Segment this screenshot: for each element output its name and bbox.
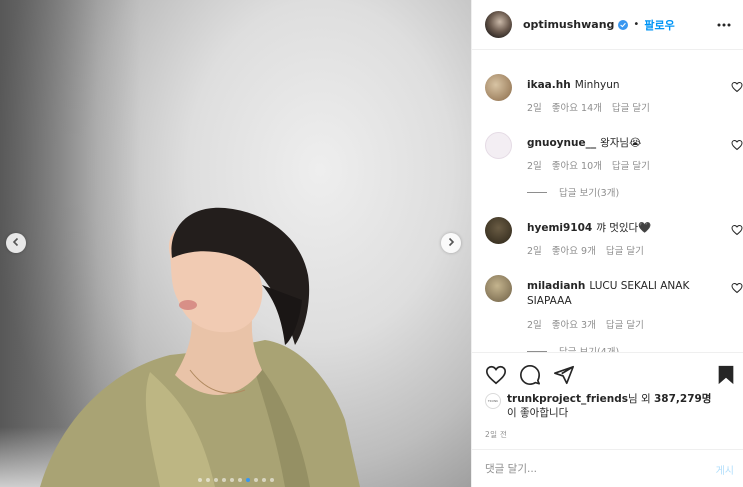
carousel-dot [261, 478, 266, 482]
comment-meta: 2일 좋아요 3개 답글 달기 [527, 317, 654, 331]
carousel-dot [269, 478, 274, 482]
liker-avatar[interactable]: TRUNK [485, 393, 501, 409]
liker-username[interactable]: trunkproject_friends [507, 393, 628, 405]
bookmark-icon[interactable] [715, 364, 737, 386]
comment-meta: 2일 좋아요 9개 답글 달기 [527, 243, 654, 257]
commenter-avatar[interactable] [485, 132, 512, 159]
comment-time: 2일 [527, 246, 542, 257]
heart-icon[interactable] [731, 139, 743, 151]
comment-text: gnuoynue__ 왕자님😭 [527, 136, 697, 151]
previous-photo-button[interactable] [6, 233, 26, 253]
heart-icon[interactable] [731, 224, 743, 236]
replies-line [527, 191, 547, 193]
portrait-illustration [40, 207, 360, 487]
carousel-dot [197, 478, 202, 482]
comment-time: 2일 [527, 103, 542, 114]
carousel-dot [205, 478, 210, 482]
commenter-username[interactable]: miladianh [527, 280, 585, 292]
comment-bubble-icon[interactable] [519, 364, 541, 386]
view-replies-label: 답글 보기(3개) [559, 188, 620, 199]
heart-icon[interactable] [731, 282, 743, 294]
commenter-avatar[interactable] [485, 74, 512, 101]
follow-button[interactable]: 팔로우 [644, 17, 674, 33]
comment-time: 2일 [527, 320, 542, 331]
instagram-post: optimushwang • 팔로우 ikaa.hh Minhyun 2일좋아요 … [0, 0, 743, 487]
comments-list[interactable]: ikaa.hh Minhyun 2일 좋아요 14개 답글 달기 gnuoynue__… [472, 50, 743, 352]
likes-line-1: trunkproject_friends님 외 387,279명 [507, 391, 711, 406]
comment-likes[interactable]: 좋아요 9개 [552, 246, 596, 257]
post-actions-area: TRUNK trunkproject_friends님 외 387,279명 이… [472, 352, 743, 487]
commenter-username[interactable]: ikaa.hh [527, 79, 571, 91]
comment-body: Minhyun [574, 79, 620, 91]
commenter-username[interactable]: hyemi9104 [527, 222, 592, 234]
verified-badge-icon [618, 19, 629, 30]
carousel-dot [213, 478, 218, 482]
likes-suffix-1: 님 외 [627, 393, 651, 405]
commenter-avatar[interactable] [485, 217, 512, 244]
comment-input[interactable] [485, 459, 685, 479]
carousel-dot [237, 478, 242, 482]
carousel-dot [221, 478, 226, 482]
view-replies-button[interactable]: 답글 보기(4개) [527, 344, 619, 352]
comment-likes[interactable]: 좋아요 3개 [552, 320, 596, 331]
comment-text: ikaa.hh Minhyun [527, 78, 697, 93]
carousel-indicator [0, 478, 471, 482]
like-heart-icon[interactable] [485, 364, 507, 386]
reply-button[interactable]: 답글 달기 [612, 161, 650, 172]
comment-body: 왕자님😭 [600, 137, 642, 149]
comment-text: miladianh LUCU SEKALI ANAK SIAPAAA [527, 279, 697, 309]
post-comment-button[interactable]: 게시 [716, 462, 734, 477]
next-photo-button[interactable] [441, 233, 461, 253]
post-header: optimushwang • 팔로우 [472, 0, 743, 50]
chevron-left-icon [11, 237, 21, 250]
chevron-right-icon [446, 237, 456, 250]
add-comment-bar: 게시 [472, 449, 743, 487]
post-time-ago[interactable]: 2일 전 [485, 429, 507, 440]
comment-text: hyemi9104 꺄 멋있다🖤 [527, 221, 697, 236]
view-replies-label: 답글 보기(4개) [559, 344, 619, 352]
author-username[interactable]: optimushwang [523, 18, 614, 31]
carousel-dot [229, 478, 234, 482]
more-options-icon[interactable] [716, 17, 732, 33]
comment-meta: 2일 좋아요 14개 답글 달기 [527, 100, 660, 114]
likes-suffix-2: 이 좋아합니다 [507, 407, 569, 419]
comment-likes[interactable]: 좋아요 10개 [552, 161, 602, 172]
reply-button[interactable]: 답글 달기 [612, 103, 650, 114]
post-side-panel: optimushwang • 팔로우 ikaa.hh Minhyun 2일좋아요 … [471, 0, 743, 487]
comment-body: 꺄 멋있다🖤 [596, 222, 652, 234]
post-photo[interactable] [0, 0, 471, 487]
carousel-dot [245, 478, 250, 482]
action-bar [485, 364, 735, 386]
reply-button[interactable]: 답글 달기 [606, 246, 644, 257]
view-replies-button[interactable]: 답글 보기(3개) [527, 185, 619, 199]
likes-line-2: 이 좋아합니다 [507, 405, 568, 420]
liker-avatar-text: TRUNK [487, 399, 499, 403]
reply-button[interactable]: 답글 달기 [606, 320, 644, 331]
heart-icon[interactable] [731, 81, 743, 93]
comment-meta: 2일 좋아요 10개 답글 달기 [527, 158, 660, 172]
author-avatar[interactable] [485, 11, 512, 38]
share-send-icon[interactable] [553, 364, 575, 386]
commenter-username[interactable]: gnuoynue__ [527, 137, 596, 149]
header-separator: • [633, 19, 640, 30]
likes-count[interactable]: 387,279명 [654, 393, 711, 405]
comment-likes[interactable]: 좋아요 14개 [552, 103, 602, 114]
comment-time: 2일 [527, 161, 542, 172]
commenter-avatar[interactable] [485, 275, 512, 302]
carousel-dot [253, 478, 258, 482]
